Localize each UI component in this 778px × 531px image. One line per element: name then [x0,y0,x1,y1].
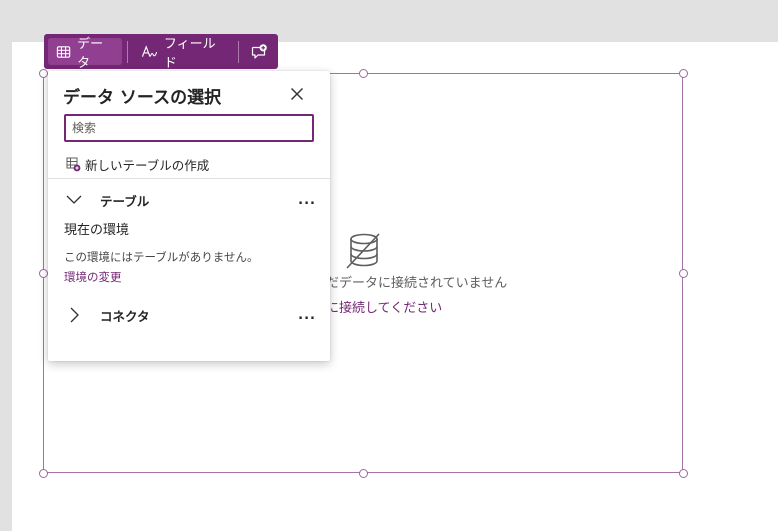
change-environment-link[interactable]: 環境の変更 [64,269,122,285]
resize-handle-middle-left[interactable] [39,269,48,278]
chevron-down-icon [66,195,82,204]
comment-add-icon [251,43,267,59]
text-field-icon [141,44,157,57]
data-button[interactable]: データ [48,37,122,71]
tables-more-options[interactable]: ... [298,193,316,208]
empty-state: だデータに接続されていません に接続してください [318,230,528,316]
connectors-more-options[interactable]: ... [298,308,316,323]
resize-handle-bottom-middle[interactable] [359,469,368,478]
connectors-section-label: コネクタ [100,308,150,324]
connectors-section-header[interactable]: コネクタ ... [64,304,316,326]
resize-handle-top-middle[interactable] [359,69,368,78]
data-button-label: データ [77,36,104,71]
new-table-button[interactable]: 新しいテーブルの作成 [66,155,209,174]
fields-button-label: フィールド [163,36,216,71]
control-toolbar: データ フィールド [44,34,278,71]
comment-button[interactable] [244,38,274,65]
table-add-icon [66,157,81,172]
panel-title: データ ソースの選択 [63,88,222,108]
toolbar-divider [238,40,239,63]
resize-handle-top-right[interactable] [679,69,688,78]
search-input[interactable] [64,114,314,142]
database-disconnected-icon [346,233,380,269]
connect-data-link[interactable]: に接続してください [318,297,528,316]
select-data-source-panel: データ ソースの選択 新しいテーブルの作成 テーブル ... 現在の環境 この環… [48,71,330,361]
resize-handle-top-left[interactable] [39,69,48,78]
resize-handle-middle-right[interactable] [679,269,688,278]
fields-button[interactable]: フィールド [133,37,233,71]
table-icon [56,45,71,58]
new-table-label: 新しいテーブルの作成 [85,158,210,173]
resize-handle-bottom-right[interactable] [679,469,688,478]
tables-section-header[interactable]: テーブル ... [64,189,316,211]
no-tables-message: この環境にはテーブルがありません。 [64,250,259,264]
current-environment-heading: 現在の環境 [64,223,130,238]
toolbar-divider [126,40,128,63]
resize-handle-bottom-left[interactable] [39,469,48,478]
close-icon[interactable] [288,85,306,103]
chevron-right-icon [70,307,79,323]
no-data-message: だデータに接続されていません [326,276,508,291]
panel-divider [48,178,330,179]
tables-section-label: テーブル [100,193,150,209]
